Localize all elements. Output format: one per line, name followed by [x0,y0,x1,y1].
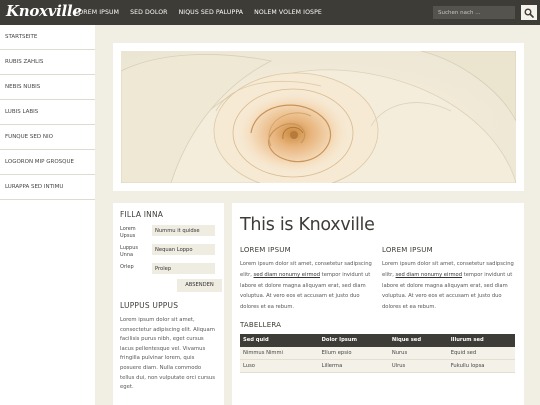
form-field-luppus-unna[interactable] [152,244,215,255]
rose-image [121,51,516,183]
top-bar: Knoxville LOREM IPSUM SED DOLOR NIQUS SE… [0,0,540,25]
column-link[interactable]: sed diam nonumy eirmod [396,272,462,278]
nav-item-lorem-ipsum[interactable]: LOREM IPSUM [75,9,119,16]
search-input[interactable] [433,6,515,19]
table-cell: Equid sed [447,346,515,361]
table-header-cell: Nique sed [388,333,448,347]
page-title: This is Knoxville [240,215,375,235]
text-column: LOREM IPSUM Lorem ipsum dolor sit amet, … [382,246,516,313]
submit-button[interactable]: ABSENDEN [177,279,222,292]
form-label: Lorem Upsus [120,226,136,239]
form-row: Lorem Upsus [120,225,217,239]
form-label: Luppus Unna [120,245,138,258]
form-row: Luppus Unna [120,244,217,258]
sidebar-item-logoron-mip-grosque[interactable]: LOGORON MIP GROSQUE [0,150,95,175]
sidebar-item-lubis-labis[interactable]: LUBIS LABIS [0,100,95,125]
search-button[interactable] [521,5,537,20]
sidebar-item-lurappa-sed-intimu[interactable]: LURAPPA SED INTIMU [0,175,95,200]
sidebar-item-nebis-nubis[interactable]: NEBIS NUBIS [0,75,95,100]
sidebar-item-funque-sed-nio[interactable]: FUNQUE SED NIO [0,125,95,150]
table-cell: Luso [240,359,319,374]
table-cell: Ulrus [388,359,448,374]
main-content: This is Knoxville LOREM IPSUM Lorem ipsu… [232,203,524,405]
form-row: Orlep [120,263,217,274]
table-header-cell: Dolor Ipsum [318,333,389,347]
sidebar-item-startseite[interactable]: STARTSEITE [0,25,95,50]
table-cell: Nimmus Nimmi [240,346,319,361]
table-header-cell: Illurum sed [447,333,515,347]
table-title: TABELLERA [240,320,282,329]
column-text: Lorem ipsum dolor sit amet, consetetur s… [382,259,516,313]
form-label: Orlep [120,264,134,270]
form-title: FILLA INNA [120,210,164,219]
main-nav: LOREM IPSUM SED DOLOR NIQUS SED PALUPPA … [75,0,333,25]
table-cell: Nurus [388,346,448,361]
table-row: Nimmus Nimmi Ellum epsio Nurus Equid sed [240,346,515,361]
aside-title: LUPPUS UPPUS [120,301,179,310]
text-column: LOREM IPSUM Lorem ipsum dolor sit amet, … [240,246,374,313]
table-cell: Fukullu lopsa [447,359,515,374]
table-row: Luso Lillerma Ulrus Fukullu lopsa [240,359,515,374]
table-header-row: Sed quid Dolor Ipsum Nique sed Illurum s… [240,333,515,347]
column-title: LOREM IPSUM [240,246,291,254]
search-icon [524,8,534,18]
site-logo[interactable]: Knoxville [6,2,82,20]
nav-item-nolem-volem-iospe[interactable]: NOLEM VOLEM IOSPE [254,9,322,16]
hero-banner [113,43,524,191]
data-table: Sed quid Dolor Ipsum Nique sed Illurum s… [240,333,515,374]
sidebar-box: FILLA INNA Lorem Upsus Luppus Unna Orlep… [113,203,224,405]
text-columns: LOREM IPSUM Lorem ipsum dolor sit amet, … [240,246,516,313]
column-title: LOREM IPSUM [382,246,433,254]
nav-item-niqus-sed-paluppa[interactable]: NIQUS SED PALUPPA [179,9,244,16]
form-field-orlep[interactable] [152,263,215,274]
form-field-lorem-upsus[interactable] [152,225,215,236]
column-link[interactable]: sed diam nonumy eirmod [254,272,320,278]
aside-text: Lorem ipsum dolor sit amet, consectetur … [120,317,215,391]
table-cell: Lillerma [318,359,389,374]
table-cell: Ellum epsio [318,346,389,361]
table-header-cell: Sed quid [240,333,319,347]
column-text: Lorem ipsum dolor sit amet, consetetur s… [240,259,374,313]
nav-item-sed-dolor[interactable]: SED DOLOR [130,9,168,16]
sidebar: STARTSEITE RUBIS ZAHLIS NEBIS NUBIS LUBI… [0,25,95,405]
sidebar-item-rubis-zahlis[interactable]: RUBIS ZAHLIS [0,50,95,75]
